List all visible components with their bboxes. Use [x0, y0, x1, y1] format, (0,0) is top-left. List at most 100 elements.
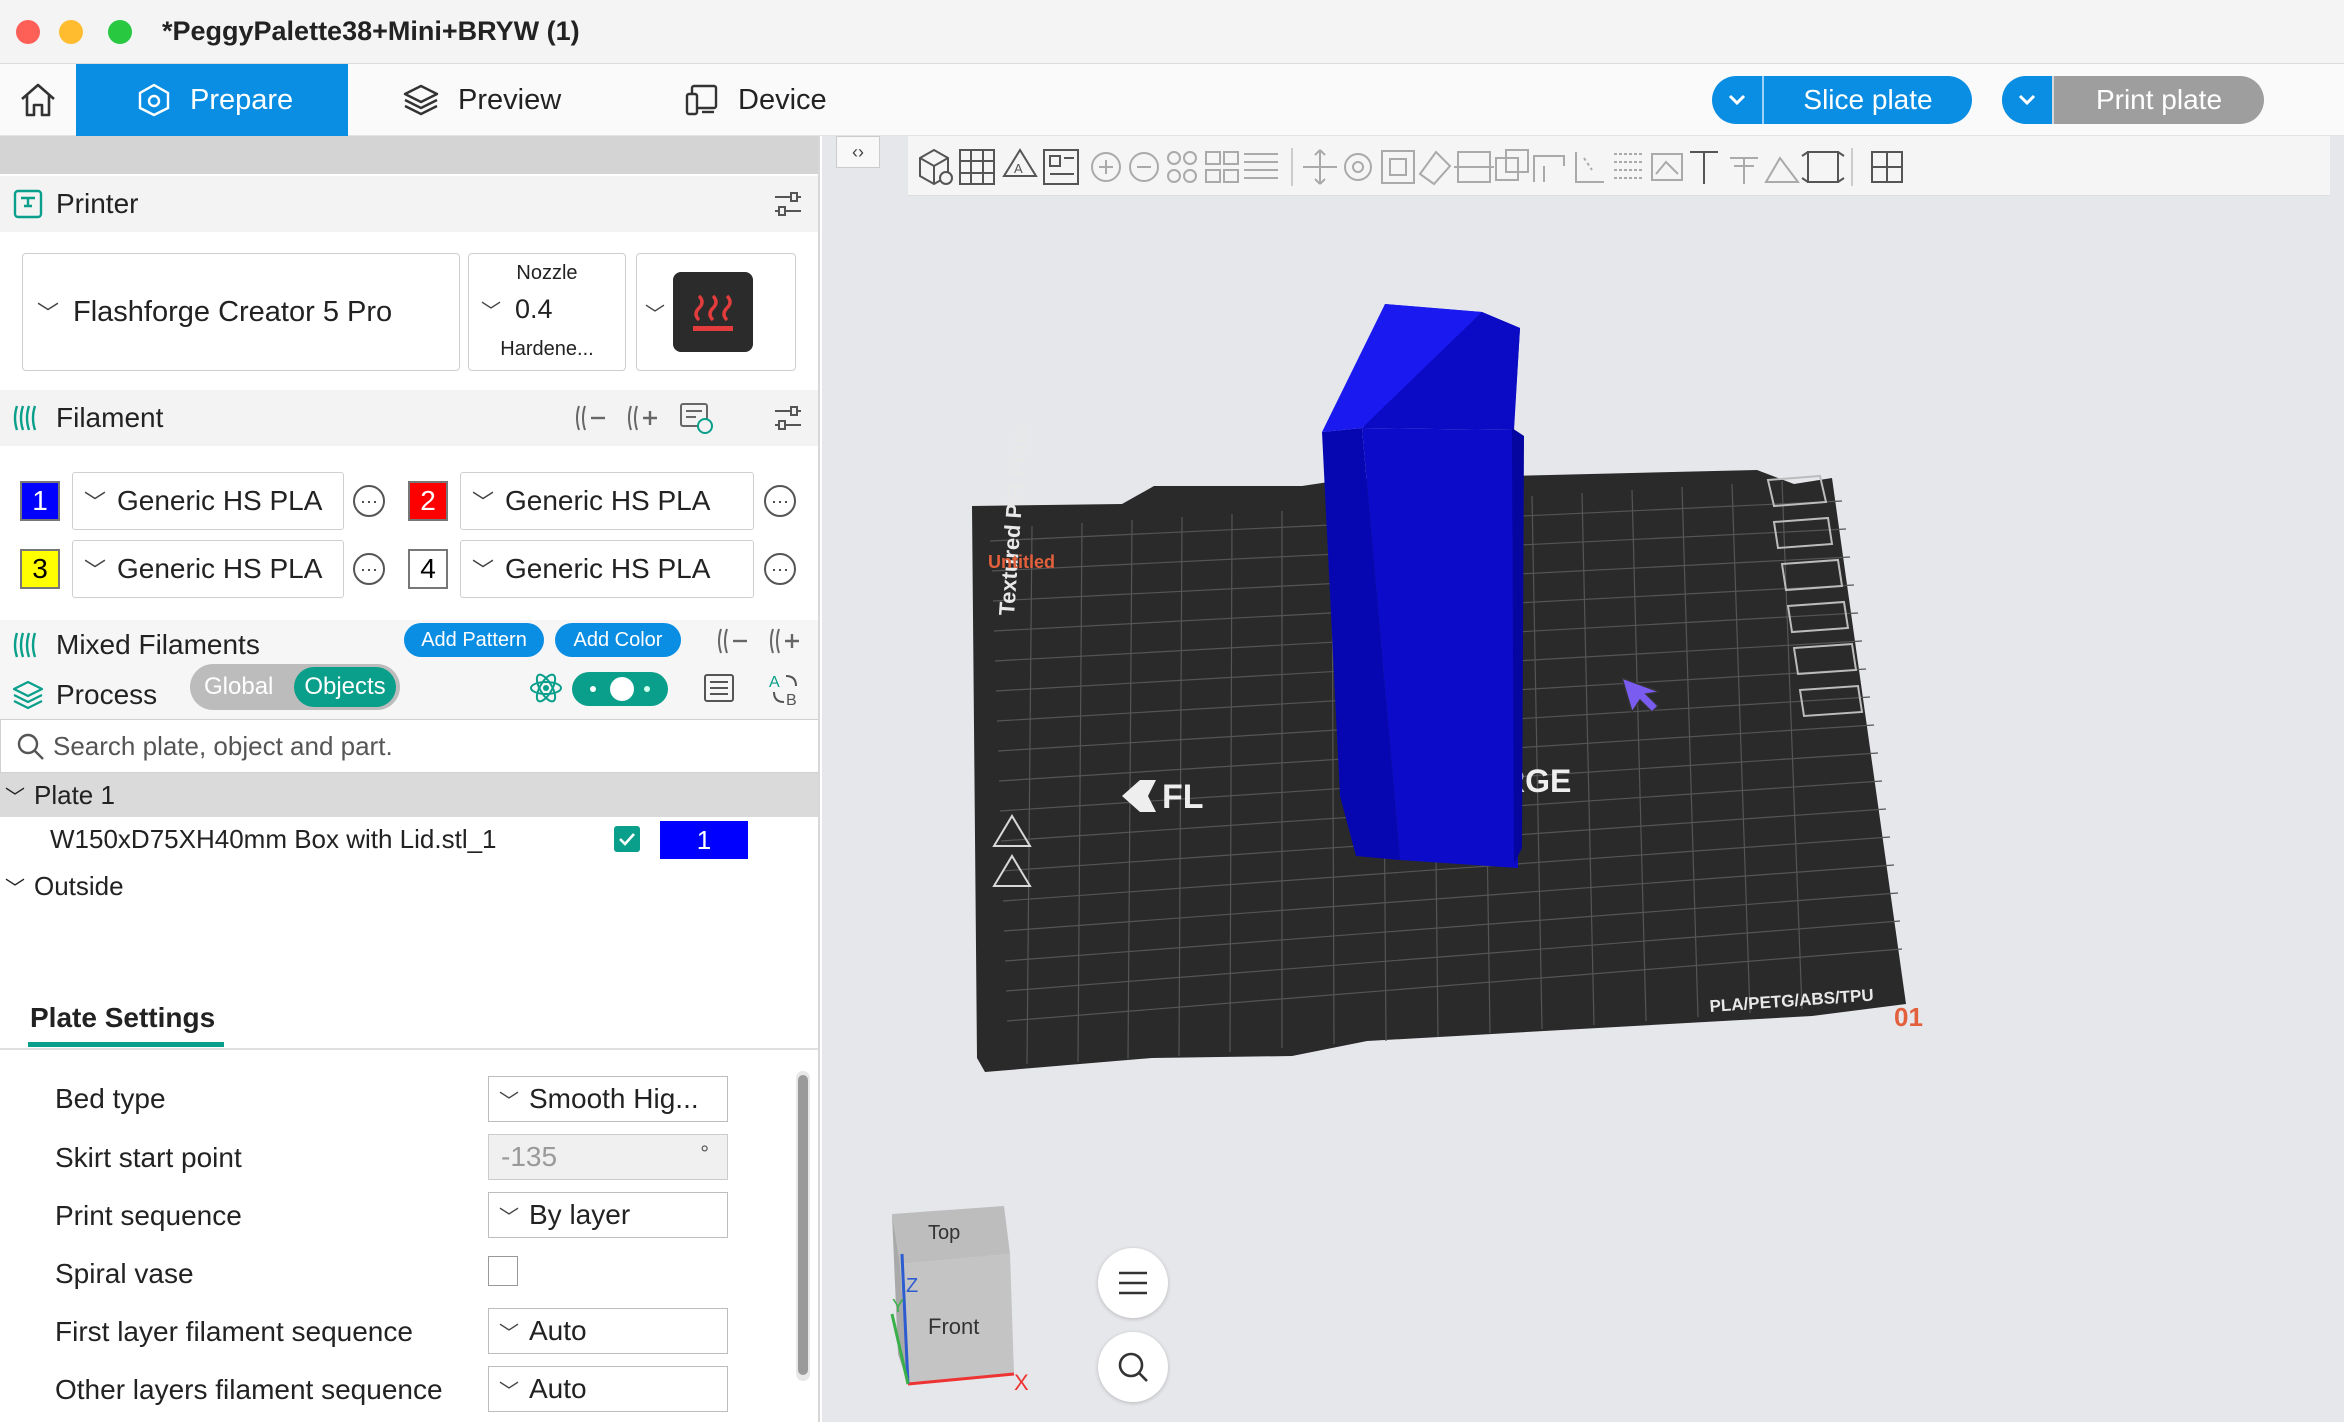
- tab-preview[interactable]: Preview: [402, 64, 561, 136]
- settings-sliders-icon[interactable]: [772, 188, 804, 220]
- list-icon[interactable]: [702, 672, 736, 704]
- 3d-viewport[interactable]: ‹› A Textured PEI Plate Untitled FL RGE …: [822, 136, 2344, 1422]
- add-color-button[interactable]: Add Color: [555, 623, 681, 657]
- view-cube-top-label[interactable]: Top: [928, 1222, 960, 1244]
- print-dropdown-arrow[interactable]: [2002, 76, 2052, 124]
- chevron-down-icon[interactable]: ﹀: [0, 781, 30, 810]
- printer-section-header: Printer: [0, 176, 818, 232]
- scale-icon[interactable]: [1381, 150, 1415, 184]
- spiral-vase-checkbox[interactable]: [488, 1256, 518, 1286]
- filament-add-icon[interactable]: [626, 402, 660, 434]
- filament-slot-4-select[interactable]: ﹀ Generic HS PLA: [460, 540, 754, 598]
- chevron-down-icon: ﹀: [471, 558, 494, 583]
- object-search-bar[interactable]: Search plate, object and part.: [0, 719, 818, 773]
- object-visible-checkbox[interactable]: [614, 826, 640, 852]
- plate-settings-tab[interactable]: Plate Settings: [30, 1002, 215, 1034]
- filament-section-header: Filament: [0, 390, 818, 446]
- chevron-down-icon: ﹀: [471, 490, 494, 515]
- chevron-down-icon: ﹀: [499, 1090, 519, 1113]
- mixed-remove-icon[interactable]: [716, 626, 750, 656]
- color-paint-icon[interactable]: [1651, 153, 1683, 181]
- plate-layout-icon[interactable]: [1043, 149, 1079, 185]
- chevron-down-icon[interactable]: ﹀: [0, 872, 30, 901]
- atom-icon[interactable]: [528, 670, 564, 706]
- filament-slot-4-more-button[interactable]: ···: [764, 553, 796, 585]
- first-layer-sequence-select[interactable]: ﹀ Auto: [488, 1308, 728, 1354]
- filament-slot-1-select[interactable]: ﹀ Generic HS PLA: [72, 472, 344, 530]
- lay-on-face-icon[interactable]: [1418, 150, 1452, 186]
- filament-slot-2-select[interactable]: ﹀ Generic HS PLA: [460, 472, 754, 530]
- fuzzy-skin-icon[interactable]: [1614, 153, 1642, 179]
- add-object-icon[interactable]: [919, 148, 953, 186]
- minimize-window-button[interactable]: [59, 20, 83, 44]
- split-parts-icon[interactable]: [1205, 151, 1239, 183]
- split-objects-icon[interactable]: [1167, 151, 1197, 183]
- print-sequence-select[interactable]: ﹀ By layer: [488, 1192, 728, 1238]
- settings-scrollbar-track[interactable]: [796, 1071, 810, 1381]
- move-icon[interactable]: [1303, 149, 1337, 185]
- seam-paint-icon[interactable]: [1575, 152, 1604, 183]
- printer-section-title: Printer: [56, 188, 139, 219]
- tree-plate-row[interactable]: ﹀ Plate 1: [0, 773, 818, 817]
- global-option[interactable]: Global: [204, 664, 273, 710]
- more-dots-icon: ···: [771, 491, 789, 511]
- close-window-button[interactable]: [16, 20, 40, 44]
- support-paint-icon[interactable]: [1533, 155, 1565, 182]
- puzzle-icon[interactable]: [1871, 151, 1903, 183]
- collapse-sidebar-button[interactable]: ‹›: [836, 136, 880, 168]
- remove-plate-icon[interactable]: [1129, 152, 1159, 182]
- print-plate-button[interactable]: Print plate: [2002, 76, 2264, 124]
- object-filament-badge[interactable]: 1: [660, 821, 748, 859]
- zoom-window-button[interactable]: [108, 20, 132, 44]
- auto-orient-icon[interactable]: A: [1002, 148, 1038, 177]
- objects-option[interactable]: Objects: [294, 667, 396, 707]
- filament-slot-1-more-button[interactable]: ···: [353, 485, 385, 517]
- filament-slot-3-more-button[interactable]: ···: [353, 553, 385, 585]
- bed-type-select[interactable]: ﹀: [636, 253, 796, 371]
- view-cube[interactable]: Top Front Z Y X: [880, 1194, 1080, 1394]
- view-menu-button[interactable]: [1098, 1248, 1168, 1318]
- mixed-add-icon[interactable]: [768, 626, 802, 656]
- tab-device[interactable]: Device: [684, 64, 827, 136]
- tree-outside-row[interactable]: ﹀ Outside: [0, 866, 124, 906]
- mesh-boolean-icon[interactable]: [1495, 149, 1529, 181]
- tab-prepare[interactable]: Prepare: [76, 64, 348, 136]
- cut-icon[interactable]: [1454, 151, 1494, 183]
- measure-icon[interactable]: [1730, 157, 1758, 184]
- assembly-icon[interactable]: [1764, 156, 1800, 183]
- filament-slot-2-more-button[interactable]: ···: [764, 485, 796, 517]
- search-icon: [17, 733, 44, 760]
- add-pattern-button[interactable]: Add Pattern: [404, 623, 544, 657]
- slice-dropdown-arrow[interactable]: [1712, 76, 1762, 124]
- compare-icon[interactable]: AB: [766, 670, 804, 708]
- nozzle-select[interactable]: Nozzle ﹀ 0.4 Hardene...: [468, 253, 626, 371]
- arrange-grid-icon[interactable]: [959, 149, 995, 185]
- nozzle-type: Hardene...: [500, 338, 594, 360]
- filament-slot-3-select[interactable]: ﹀ Generic HS PLA: [72, 540, 344, 598]
- printer-icon: [13, 189, 43, 219]
- add-plate-icon[interactable]: [1091, 152, 1121, 182]
- view-cube-front-label[interactable]: Front: [928, 1314, 979, 1339]
- text-icon[interactable]: [1690, 151, 1718, 184]
- other-layers-sequence-select[interactable]: ﹀ Auto: [488, 1366, 728, 1412]
- tree-object-row[interactable]: W150xD75XH40mm Box with Lid.stl_1: [50, 819, 497, 859]
- printer-model-select[interactable]: ﹀ Flashforge Creator 5 Pro: [22, 253, 460, 371]
- chevron-down-icon: ﹀: [83, 490, 106, 515]
- advanced-toggle[interactable]: [572, 672, 668, 706]
- filament-sync-icon[interactable]: [678, 401, 714, 435]
- layers-editing-icon[interactable]: [1244, 153, 1278, 179]
- filament-remove-icon[interactable]: [574, 402, 608, 434]
- settings-sliders-icon[interactable]: [772, 402, 804, 434]
- fit-view-icon[interactable]: [1801, 151, 1845, 183]
- bed-type-setting-select[interactable]: ﹀ Smooth Hig...: [488, 1076, 728, 1122]
- home-button[interactable]: [0, 64, 76, 136]
- tab-device-label: Device: [738, 83, 827, 116]
- zoom-button[interactable]: [1098, 1332, 1168, 1402]
- svg-text:A: A: [1014, 161, 1023, 176]
- filament-slot-1-name: Generic HS PLA: [117, 485, 323, 516]
- settings-scrollbar-thumb[interactable]: [798, 1075, 808, 1375]
- rotate-icon[interactable]: [1344, 153, 1372, 181]
- model-object[interactable]: [1310, 286, 1524, 868]
- main-tab-bar: Prepare Preview Device Slice plate Print…: [0, 64, 2344, 136]
- slice-plate-button[interactable]: Slice plate: [1712, 76, 1972, 124]
